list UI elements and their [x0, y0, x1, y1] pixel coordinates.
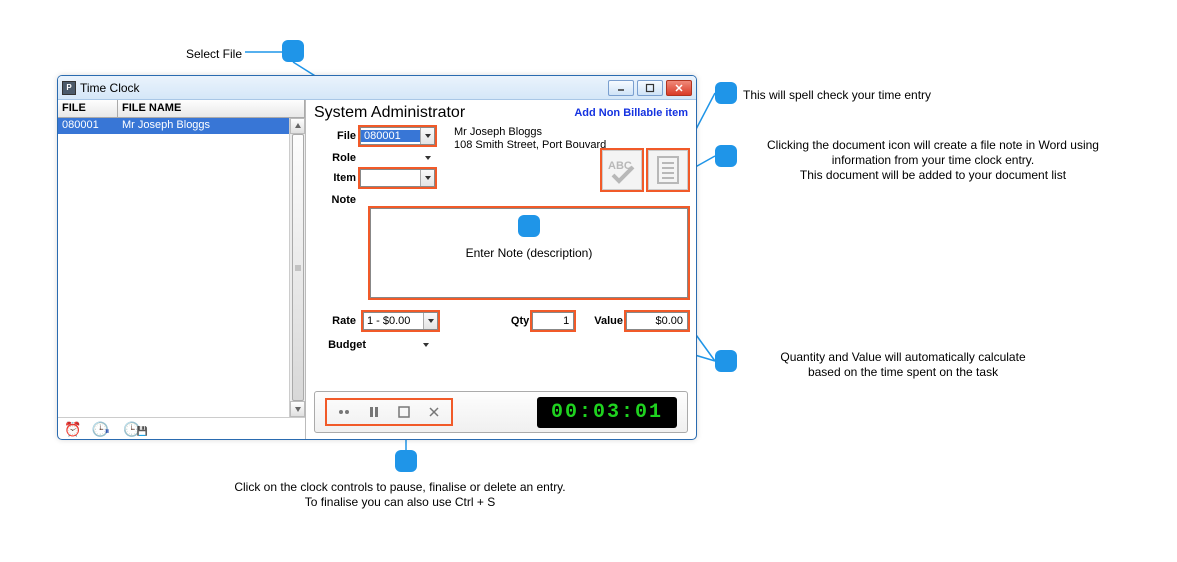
user-role-title: System Administrator [314, 104, 465, 122]
close-button[interactable] [666, 80, 692, 96]
maximize-button[interactable] [637, 80, 663, 96]
scroll-thumb[interactable] [292, 134, 304, 401]
note-placeholder: Enter Note (description) [466, 246, 593, 260]
marker-controls [395, 450, 417, 472]
app-icon: P [62, 81, 76, 95]
label-budget: Budget [314, 339, 370, 351]
scroll-up-icon[interactable] [290, 118, 305, 134]
annotation-select-file: Select File [186, 47, 242, 61]
clock-save-icon[interactable]: 🕒💾 [123, 422, 152, 436]
file-combo[interactable]: 080001 [360, 127, 435, 145]
annotation-controls-l2: To finalise you can also use Ctrl + S [305, 495, 495, 509]
timer-display: 00:03:01 [537, 397, 677, 428]
timer-controls-bar: 00:03:01 [314, 391, 688, 433]
scrollbar[interactable] [289, 118, 305, 417]
label-item: Item [314, 172, 360, 184]
scroll-down-icon[interactable] [290, 401, 305, 417]
client-info: Mr Joseph Bloggs 108 Smith Street, Port … [454, 126, 606, 152]
value-field: $0.00 [626, 312, 688, 330]
role-combo[interactable] [360, 149, 435, 167]
chevron-down-icon[interactable] [420, 128, 434, 144]
spellcheck-icon[interactable]: ABC [602, 150, 642, 190]
marker-spellcheck [715, 82, 737, 104]
chevron-down-icon[interactable] [423, 313, 437, 329]
file-combo-value: 080001 [361, 130, 420, 142]
label-qty: Qty [511, 315, 529, 327]
client-name: Mr Joseph Bloggs [454, 126, 606, 139]
marker-docnote [715, 145, 737, 167]
table-row[interactable]: 080001 Mr Joseph Bloggs [58, 118, 305, 134]
chevron-down-icon[interactable] [420, 170, 434, 186]
col-header-file[interactable]: FILE [58, 100, 118, 117]
client-address: 108 Smith Street, Port Bouvard [454, 139, 606, 152]
clock-controls [325, 398, 453, 426]
time-clock-window: P Time Clock FILE FILE NAME 080001 Mr Jo… [57, 75, 697, 440]
document-icon[interactable] [648, 150, 688, 190]
budget-combo[interactable] [370, 336, 433, 354]
alarm-icon[interactable]: ⏰ [64, 422, 81, 436]
label-note: Note [314, 194, 360, 206]
annotation-docnote-l1: Clicking the document icon will create a… [767, 138, 1099, 152]
annotation-docnote-l2: information from your time clock entry. [832, 153, 1035, 167]
chevron-down-icon[interactable] [421, 149, 435, 167]
annotation-qtyval-l2: based on the time spent on the task [808, 365, 998, 379]
file-list-pane: FILE FILE NAME 080001 Mr Joseph Bloggs ⏰… [58, 100, 306, 439]
pause-icon[interactable] [367, 405, 381, 419]
clock-pause-icon[interactable]: 🕒⏸ [91, 422, 113, 436]
annotation-docnote-l3: This document will be added to your docu… [800, 168, 1066, 182]
window-title: Time Clock [80, 81, 608, 95]
item-combo[interactable] [360, 169, 435, 187]
label-file: File [314, 130, 360, 142]
chevron-down-icon[interactable] [419, 336, 433, 354]
note-textarea[interactable]: Enter Note (description) [370, 208, 688, 298]
qty-field[interactable]: 1 [532, 312, 574, 330]
marker-qtyval [715, 350, 737, 372]
record-icon[interactable] [337, 405, 351, 419]
cell-file: 080001 [58, 118, 118, 134]
annotation-controls: Click on the clock controls to pause, fi… [205, 480, 595, 510]
label-value: Value [594, 315, 623, 327]
marker-select-file [282, 40, 304, 62]
annotation-controls-l1: Click on the clock controls to pause, fi… [234, 480, 565, 494]
titlebar[interactable]: P Time Clock [58, 76, 696, 100]
annotation-spellcheck: This will spell check your time entry [743, 88, 931, 102]
table-header: FILE FILE NAME [58, 100, 305, 118]
rate-combo-value: 1 - $0.00 [364, 315, 423, 327]
left-toolbar: ⏰ 🕒⏸ 🕒💾 [58, 417, 305, 439]
annotation-qtyval-l1: Quantity and Value will automatically ca… [780, 350, 1025, 364]
label-role: Role [314, 152, 360, 164]
cell-name: Mr Joseph Bloggs [118, 118, 305, 134]
annotation-qtyval: Quantity and Value will automatically ca… [743, 350, 1063, 380]
delete-icon[interactable] [427, 405, 441, 419]
label-rate: Rate [314, 315, 360, 327]
entry-pane: System Administrator Add Non Billable it… [306, 100, 696, 439]
col-header-name[interactable]: FILE NAME [118, 100, 305, 117]
minimize-button[interactable] [608, 80, 634, 96]
rate-combo[interactable]: 1 - $0.00 [363, 312, 438, 330]
stop-icon[interactable] [397, 405, 411, 419]
marker-note [518, 215, 540, 237]
add-non-billable-link[interactable]: Add Non Billable item [574, 107, 688, 119]
annotation-docnote: Clicking the document icon will create a… [743, 138, 1123, 183]
